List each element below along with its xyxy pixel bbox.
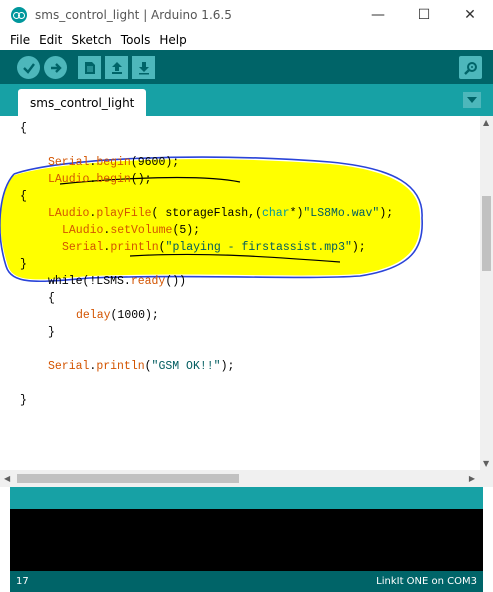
code-line-while-open: {: [48, 292, 55, 305]
code-editor[interactable]: { Serial.begin(9600); LAudio.begin(); { …: [0, 116, 480, 470]
save-button[interactable]: [132, 56, 155, 79]
code-line-playfile: LAudio.playFile( storageFlash,(char*)"LS…: [48, 207, 394, 220]
scroll-left-icon[interactable]: ◀: [4, 474, 10, 483]
arduino-logo-icon: [11, 7, 27, 23]
new-icon: [84, 61, 95, 74]
console-scrollbar[interactable]: [483, 509, 493, 571]
tab-sms-control-light[interactable]: sms_control_light: [18, 89, 147, 116]
code-line-delay: delay(1000);: [76, 309, 159, 322]
horizontal-scrollbar[interactable]: ◀ ▶: [0, 470, 493, 487]
close-button[interactable]: ✕: [447, 0, 493, 30]
maximize-button[interactable]: ☐: [401, 0, 447, 30]
menu-file[interactable]: File: [10, 33, 30, 47]
scroll-down-icon[interactable]: ▼: [483, 459, 489, 468]
left-margin: [0, 487, 10, 592]
code-line-setvolume: LAudio.setVolume(5);: [62, 224, 201, 237]
new-button[interactable]: [78, 56, 101, 79]
code-line-1: {: [20, 122, 27, 135]
status-bar: 17 LinkIt ONE on COM3: [10, 571, 483, 592]
code-line-while: while(!LSMS.ready()): [48, 275, 187, 288]
verify-button[interactable]: [17, 56, 40, 79]
scroll-up-icon[interactable]: ▲: [483, 118, 489, 127]
code-line-serial-begin: Serial.begin(9600);: [48, 156, 180, 169]
upload-button[interactable]: [44, 56, 67, 79]
menu-sketch[interactable]: Sketch: [71, 33, 111, 47]
tab-bar: sms_control_light: [0, 84, 493, 116]
window-controls: — ☐ ✕: [355, 0, 493, 30]
chevron-down-icon: [467, 97, 477, 103]
horizontal-scroll-thumb[interactable]: [17, 474, 239, 483]
code-line-gsm-ok: Serial.println("GSM OK!!");: [48, 360, 235, 373]
tab-menu-button[interactable]: [463, 92, 481, 108]
code-line-open-brace: {: [20, 190, 27, 203]
serial-monitor-icon: [463, 61, 477, 75]
title-bar: sms_control_light | Arduino 1.6.5 — ☐ ✕: [0, 0, 493, 30]
menu-help[interactable]: Help: [159, 33, 186, 47]
window-title: sms_control_light | Arduino 1.6.5: [35, 8, 232, 22]
scroll-right-icon[interactable]: ▶: [469, 474, 475, 483]
code-line-close-brace: }: [20, 258, 27, 271]
menu-bar: File Edit Sketch Tools Help: [0, 30, 493, 50]
message-bar: [10, 487, 483, 509]
line-number: 17: [16, 576, 29, 587]
verify-icon: [22, 62, 35, 74]
vertical-scrollbar[interactable]: ▲ ▼: [480, 116, 493, 470]
toolbar: [0, 50, 493, 84]
board-port-status: LinkIt ONE on COM3: [376, 576, 477, 587]
menu-edit[interactable]: Edit: [39, 33, 62, 47]
vertical-scroll-thumb[interactable]: [482, 196, 491, 271]
serial-monitor-button[interactable]: [459, 56, 482, 79]
console-output[interactable]: [10, 509, 483, 571]
save-icon: [138, 61, 149, 74]
minimize-button[interactable]: —: [355, 0, 401, 30]
open-icon: [111, 61, 122, 74]
code-line-while-close: }: [48, 326, 55, 339]
upload-icon: [50, 62, 62, 73]
menu-tools[interactable]: Tools: [121, 33, 151, 47]
code-line-end-brace: }: [20, 394, 27, 407]
code-line-println-playing: Serial.println("playing - firstassist.mp…: [62, 241, 366, 254]
code-line-laudio-begin: LAudio.begin();: [48, 173, 152, 186]
open-button[interactable]: [105, 56, 128, 79]
